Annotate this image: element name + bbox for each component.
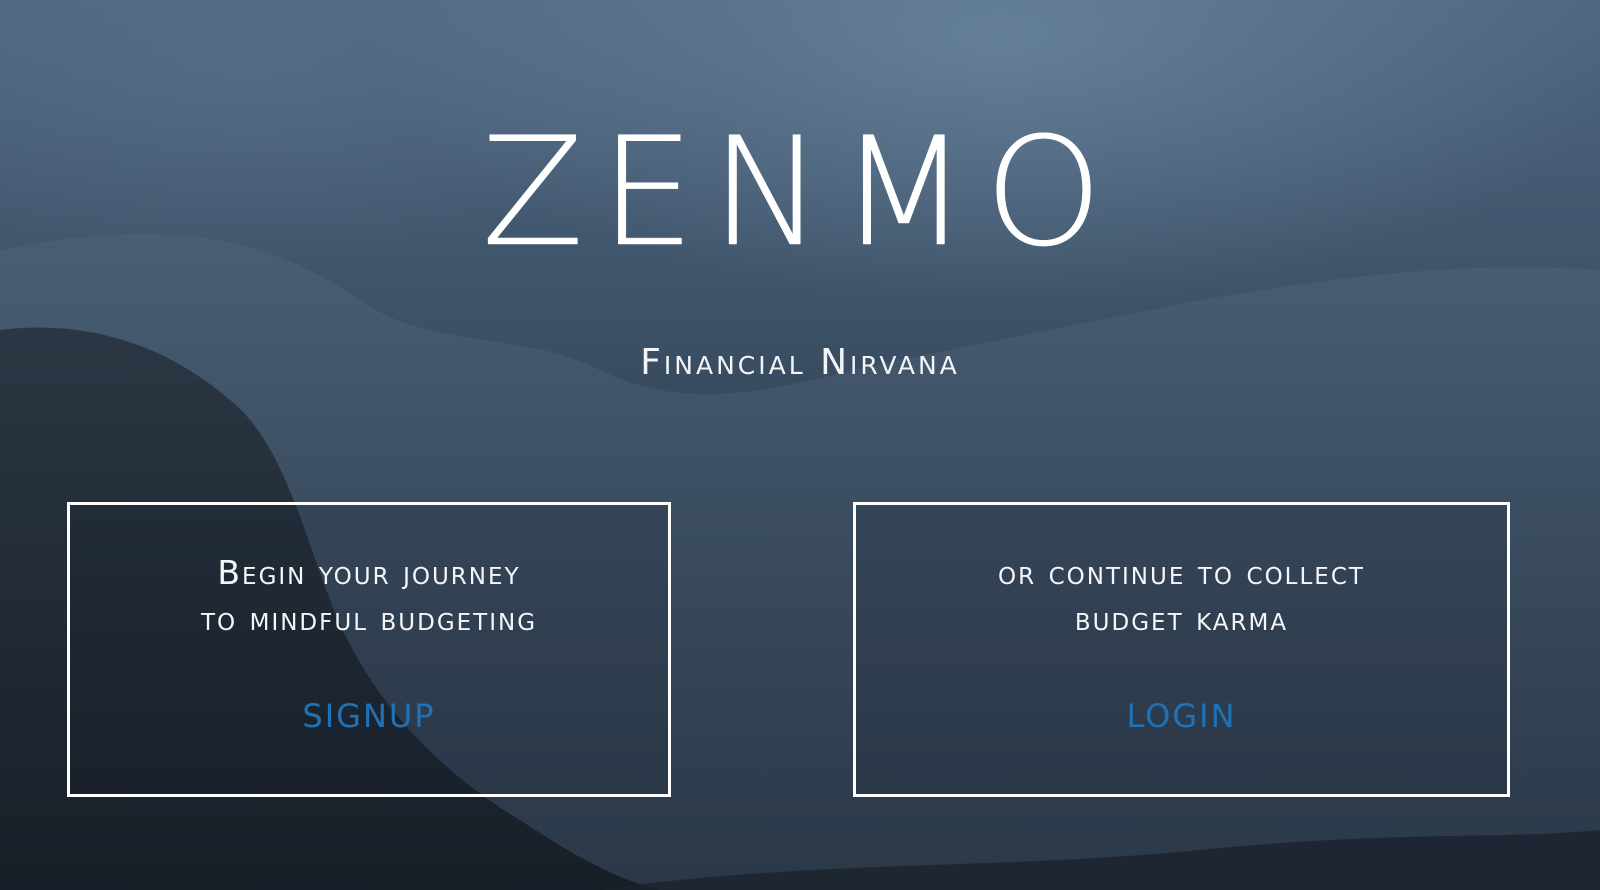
signup-card: Begin your journey to mindful budgeting …	[67, 502, 671, 797]
login-card-line-1: or continue to collect	[998, 553, 1365, 592]
login-card-line-2: budget karma	[1074, 599, 1289, 638]
login-card: or continue to collect budget karma LOGI…	[853, 502, 1510, 797]
login-link[interactable]: LOGIN	[856, 697, 1507, 735]
app-logo-title: ZENMO	[481, 106, 1119, 280]
login-card-message: or continue to collect budget karma	[856, 550, 1507, 642]
signup-card-message: Begin your journey to mindful budgeting	[70, 550, 668, 642]
app-tagline: Financial Nirvana	[640, 342, 960, 383]
signup-link[interactable]: SIGNUP	[70, 697, 668, 735]
signup-card-line-2: to mindful budgeting	[200, 599, 538, 638]
landing-hero: ZENMO Financial Nirvana Begin your journ…	[0, 0, 1600, 890]
signup-card-line-1: Begin your journey	[217, 553, 521, 592]
